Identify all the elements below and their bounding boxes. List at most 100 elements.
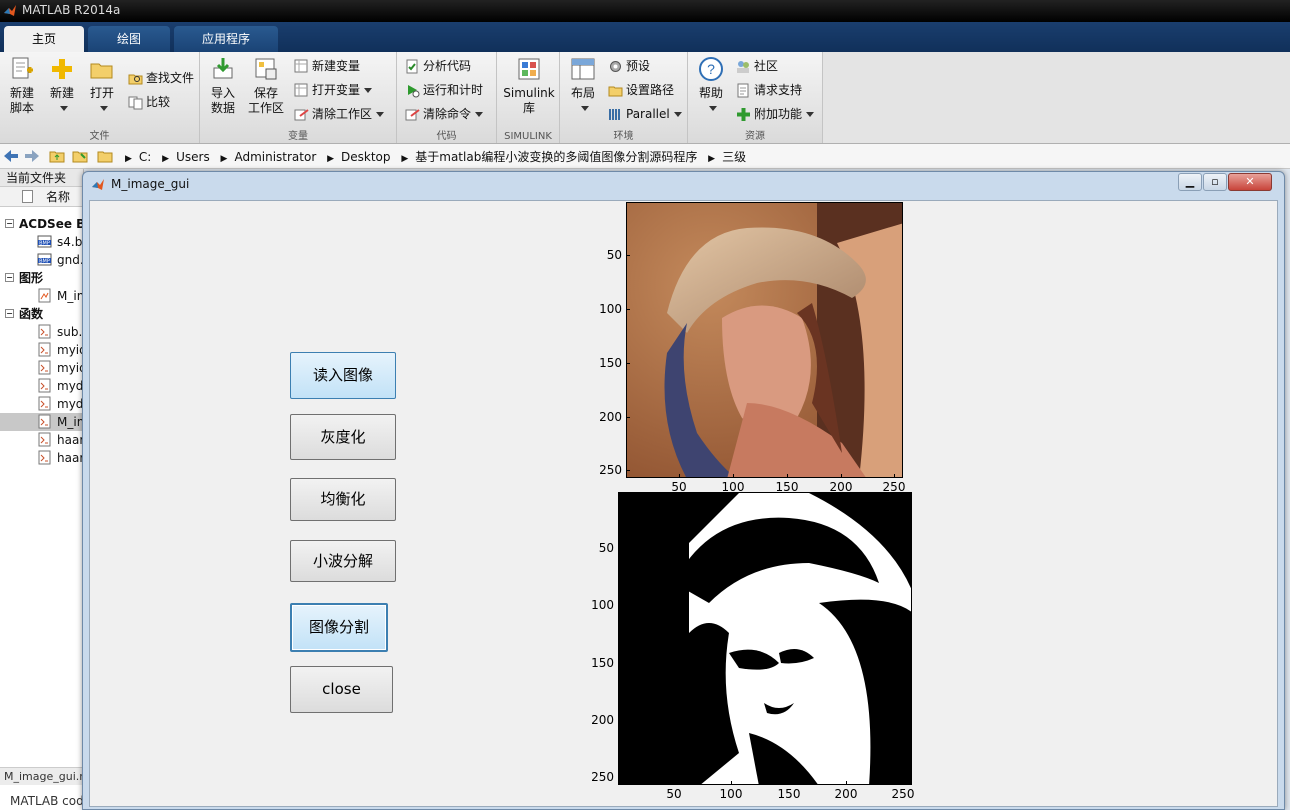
import-data-label: 导入 数据: [210, 86, 235, 115]
maximize-button[interactable]: ▫: [1203, 173, 1227, 191]
file-list-item[interactable]: M_image_gui.m: [0, 413, 84, 431]
clear-commands-button[interactable]: 清除命令: [405, 105, 484, 123]
maximize-icon: ▫: [1211, 175, 1219, 188]
m-file-icon: [38, 360, 51, 375]
open-button[interactable]: 打开: [84, 56, 120, 116]
y-tick-mark: [626, 470, 630, 471]
file-details-title: M_image_gui.m: [0, 767, 84, 785]
read-image-button[interactable]: 读入图像: [290, 352, 396, 399]
column-header-name[interactable]: 名称: [0, 187, 83, 207]
layout-label: 布局: [570, 86, 595, 100]
y-tick-mark: [626, 255, 630, 256]
group-label-variable: 变量: [288, 131, 308, 142]
find-files-button[interactable]: 查找文件: [128, 69, 194, 87]
add-ons-label: 附加功能: [754, 107, 803, 121]
x-tick-label: 50: [666, 787, 682, 801]
add-ons-button[interactable]: 附加功能: [736, 105, 815, 123]
breadcrumb-item[interactable]: Users: [176, 150, 210, 164]
group-label-code: 代码: [436, 131, 457, 142]
clear-workspace-button[interactable]: 清除工作区: [294, 105, 385, 123]
group-label-resources: 资源: [745, 131, 765, 142]
file-name: myid2.m: [57, 361, 84, 375]
new-script-label: 新建 脚本: [9, 86, 34, 115]
equalize-button[interactable]: 均衡化: [290, 478, 396, 521]
breadcrumb-item[interactable]: 三级: [722, 150, 746, 164]
layout-icon: [571, 58, 595, 80]
collapse-icon[interactable]: −: [5, 309, 14, 318]
tab-plots[interactable]: 绘图: [88, 26, 170, 52]
file-group-header[interactable]: − 函数: [0, 305, 84, 323]
x-tick-label: 200: [834, 787, 858, 801]
simulink-library-button[interactable]: Simulink 库: [503, 56, 555, 116]
y-tick-label: 100: [599, 302, 622, 316]
file-list-item[interactable]: myid2.m: [0, 359, 84, 377]
run-and-time-icon: [408, 85, 420, 98]
y-tick-mark: [618, 605, 622, 606]
breadcrumb-item[interactable]: Desktop: [341, 150, 391, 164]
help-button[interactable]: ? 帮助: [694, 56, 728, 116]
breadcrumb-item[interactable]: Administrator: [234, 150, 316, 164]
browse-folder-icon[interactable]: [72, 149, 88, 163]
y-tick-label: 150: [599, 356, 622, 370]
wavelet-decompose-button[interactable]: 小波分解: [290, 540, 396, 582]
analyze-code-button[interactable]: 分析代码: [405, 57, 471, 75]
parallel-button[interactable]: Parallel: [608, 105, 682, 123]
close-button[interactable]: close: [290, 666, 393, 713]
ribbon-group-environment: 布局 预设 设置路径 Parallel 环境: [560, 52, 688, 143]
ribbon-group-file: 新建 脚本 新建 打开 查找文件 比较 文件: [0, 52, 200, 143]
close-window-button[interactable]: ✕: [1228, 173, 1272, 191]
file-list-item[interactable]: BMP s4.bmp: [0, 233, 84, 251]
x-tick-mark: [841, 474, 842, 478]
file-group-header[interactable]: −ACDSee BMP: [0, 215, 84, 233]
file-name: mydwt.m: [57, 379, 84, 393]
file-list-item[interactable]: myid.m: [0, 341, 84, 359]
y-tick-mark: [626, 417, 630, 418]
file-list-item[interactable]: sub.m: [0, 323, 84, 341]
import-data-button[interactable]: 导入 数据: [206, 56, 240, 116]
new-variable-button[interactable]: 新建变量: [294, 57, 360, 75]
file-list-item[interactable]: haar.m: [0, 431, 84, 449]
new-button[interactable]: 新建: [44, 56, 80, 116]
collapse-icon[interactable]: −: [5, 219, 14, 228]
new-plus-icon: [52, 59, 72, 79]
m-file-icon: [38, 342, 51, 357]
collapse-icon[interactable]: −: [5, 273, 14, 282]
layout-button[interactable]: 布局: [566, 56, 600, 116]
request-support-button[interactable]: 请求支持: [736, 81, 802, 99]
close-icon: ✕: [1245, 175, 1255, 188]
save-workspace-button[interactable]: 保存 工作区: [246, 56, 286, 116]
open-variable-button[interactable]: 打开变量: [294, 81, 373, 99]
x-tick-mark: [674, 781, 675, 785]
preferences-button[interactable]: 预设: [608, 57, 650, 75]
run-and-time-label: 运行和计时: [423, 83, 484, 97]
open-variable-icon: [294, 83, 308, 97]
x-tick-label: 50: [671, 480, 687, 494]
file-name: myid.m: [57, 343, 84, 357]
forward-arrow-icon[interactable]: [24, 149, 40, 163]
group-label-simulink: SIMULINK: [504, 131, 552, 142]
file-list-item[interactable]: haar2.m: [0, 449, 84, 467]
up-folder-icon[interactable]: [49, 149, 65, 163]
set-path-button[interactable]: 设置路径: [608, 81, 674, 99]
panel-title: 当前文件夹: [0, 169, 83, 187]
ribbon-empty-area: [823, 52, 1290, 143]
file-list-item[interactable]: mydwt2.m: [0, 395, 84, 413]
breadcrumb-item[interactable]: C:: [139, 150, 151, 164]
back-arrow-icon[interactable]: [3, 149, 19, 163]
chevron-down-icon: [806, 112, 815, 117]
image-segment-button[interactable]: 图像分割: [290, 603, 388, 652]
compare-button[interactable]: 比较: [128, 93, 170, 111]
run-and-time-button[interactable]: 运行和计时: [405, 81, 483, 99]
community-button[interactable]: 社区: [736, 57, 778, 75]
file-list-item[interactable]: mydwt.m: [0, 377, 84, 395]
grayscale-button[interactable]: 灰度化: [290, 414, 396, 460]
minimize-button[interactable]: ▁: [1178, 173, 1202, 191]
new-script-button[interactable]: 新建 脚本: [4, 56, 40, 116]
tab-home[interactable]: 主页: [4, 26, 84, 52]
tab-apps[interactable]: 应用程序: [174, 26, 278, 52]
file-list-item[interactable]: BMP gnd.bmp: [0, 251, 84, 269]
file-group-header[interactable]: − 图形: [0, 269, 84, 287]
x-tick-label: 100: [719, 787, 743, 801]
file-list-item[interactable]: M_image_gui.fig: [0, 287, 84, 305]
breadcrumb-item[interactable]: 基于matlab编程小波变换的多阈值图像分割源码程序: [415, 150, 697, 164]
